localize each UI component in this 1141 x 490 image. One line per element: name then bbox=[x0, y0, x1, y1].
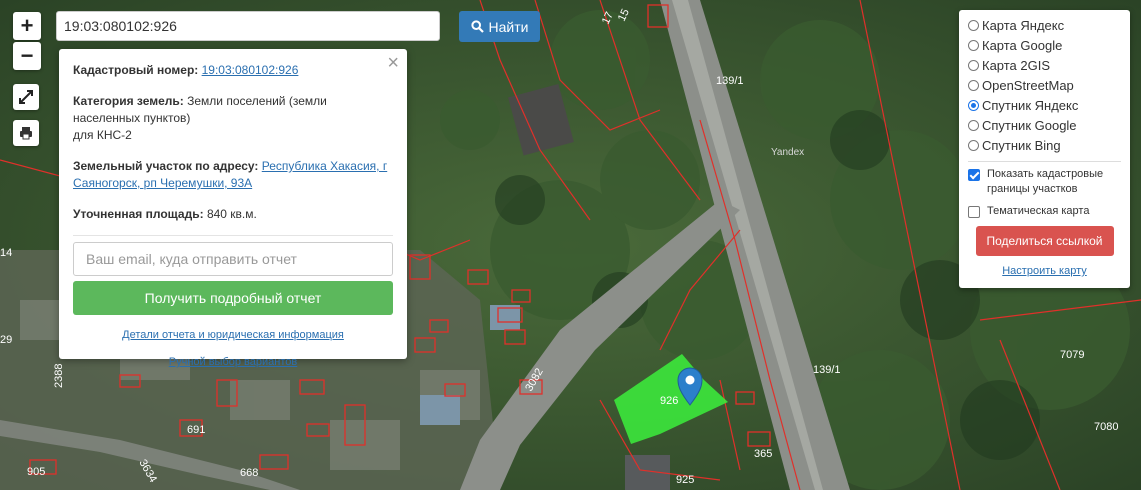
radio-button[interactable] bbox=[968, 19, 979, 31]
setup-map-link[interactable]: Настроить карту bbox=[1002, 265, 1087, 277]
layer-option[interactable]: Карта 2GIS bbox=[968, 55, 1121, 75]
printer-icon bbox=[20, 127, 32, 140]
radio-button[interactable] bbox=[968, 99, 979, 111]
layer-option-label: OpenStreetMap bbox=[982, 77, 1074, 93]
layer-option[interactable]: Карта Google bbox=[968, 35, 1121, 55]
email-field[interactable] bbox=[73, 242, 393, 276]
print-button[interactable] bbox=[13, 120, 39, 146]
details-link[interactable]: Детали отчета и юридическая информация bbox=[122, 329, 344, 341]
layer-option-list: Карта Яндекс Карта Google Карта 2GIS Ope… bbox=[968, 15, 1121, 155]
search-button-label: Найти bbox=[488, 18, 529, 35]
map-watermark: Yandex bbox=[771, 147, 804, 158]
setup-link-row: Настроить карту bbox=[968, 265, 1121, 277]
search-button[interactable]: Найти bbox=[459, 11, 540, 42]
land-category-row: Категория земель: Земли поселений (земли… bbox=[73, 93, 393, 144]
parcel-number-label: 2388 bbox=[53, 364, 65, 388]
divider bbox=[968, 161, 1121, 162]
parcel-number-label: 139/1 bbox=[813, 364, 841, 376]
layer-option[interactable]: Спутник Яндекс bbox=[968, 95, 1121, 115]
parcel-number-label: 14 bbox=[0, 247, 12, 259]
layer-option-label: Спутник Bing bbox=[982, 137, 1061, 153]
radio-button[interactable] bbox=[968, 59, 979, 71]
parcel-number-label: 668 bbox=[240, 467, 258, 479]
layer-option[interactable]: Спутник Google bbox=[968, 115, 1121, 135]
parcel-number-label: 925 bbox=[676, 474, 694, 486]
show-borders-label: Показать кадастровые границы участков bbox=[987, 168, 1104, 195]
layer-option-label: Спутник Google bbox=[982, 117, 1077, 133]
parcel-number-label: 926 bbox=[660, 395, 678, 407]
land-use-value: для КНС-2 bbox=[73, 128, 132, 142]
parcel-number-label: 365 bbox=[754, 448, 772, 460]
area-row: Уточненная площадь: 840 кв.м. bbox=[73, 206, 393, 223]
manual-selection-link[interactable]: Ручной выбор вариантов bbox=[169, 356, 297, 368]
land-category-label: Категория земель: bbox=[73, 94, 184, 108]
parcel-number-label: 905 bbox=[27, 466, 45, 478]
manual-link-row: Ручной выбор вариантов bbox=[73, 356, 393, 368]
search-input[interactable] bbox=[56, 11, 440, 41]
cadastral-number-link[interactable]: 19:03:080102:926 bbox=[202, 63, 299, 77]
zoom-out-button[interactable]: − bbox=[13, 42, 41, 70]
divider bbox=[73, 235, 393, 236]
details-link-row: Детали отчета и юридическая информация bbox=[73, 329, 393, 341]
cadastral-number-label: Кадастровый номер: bbox=[73, 63, 199, 77]
close-icon[interactable]: × bbox=[387, 53, 399, 73]
radio-button[interactable] bbox=[968, 79, 979, 91]
layer-option[interactable]: Спутник Bing bbox=[968, 135, 1121, 155]
thematic-map-checkbox[interactable] bbox=[968, 206, 980, 218]
radio-button[interactable] bbox=[968, 119, 979, 131]
layer-option[interactable]: OpenStreetMap bbox=[968, 75, 1121, 95]
layer-option-label: Карта Яндекс bbox=[982, 17, 1065, 33]
share-link-button[interactable]: Поделиться ссылкой bbox=[975, 226, 1114, 256]
show-borders-checkbox[interactable] bbox=[968, 169, 980, 181]
layers-panel: Карта Яндекс Карта Google Карта 2GIS Ope… bbox=[959, 10, 1130, 288]
search-icon bbox=[470, 20, 484, 33]
thematic-map-label: Тематическая карта bbox=[987, 205, 1090, 217]
parcel-number-label: 29 bbox=[0, 334, 12, 346]
show-borders-toggle[interactable]: Показать кадастровые границы участков bbox=[968, 167, 1121, 197]
parcel-number-label: 139/1 bbox=[716, 75, 744, 87]
layer-option-label: Спутник Яндекс bbox=[982, 97, 1079, 113]
address-row: Земельный участок по адресу: Республика … bbox=[73, 158, 393, 192]
parcel-number-label: 7080 bbox=[1094, 421, 1118, 433]
parcel-number-label: 7079 bbox=[1060, 349, 1084, 361]
get-report-button[interactable]: Получить подробный отчет bbox=[73, 281, 393, 315]
address-label: Земельный участок по адресу: bbox=[73, 159, 259, 173]
expand-icon bbox=[19, 90, 33, 104]
layer-option[interactable]: Карта Яндекс bbox=[968, 15, 1121, 35]
area-label: Уточненная площадь: bbox=[73, 207, 204, 221]
radio-button[interactable] bbox=[968, 39, 979, 51]
cadastral-number-row: Кадастровый номер: 19:03:080102:926 bbox=[73, 62, 393, 79]
area-value: 840 кв.м. bbox=[206, 207, 257, 221]
parcel-number-label: 691 bbox=[187, 424, 205, 436]
radio-button[interactable] bbox=[968, 139, 979, 151]
layer-option-label: Карта 2GIS bbox=[982, 57, 1051, 73]
thematic-map-toggle[interactable]: Тематическая карта bbox=[968, 204, 1121, 219]
layer-option-label: Карта Google bbox=[982, 37, 1063, 53]
fullscreen-button[interactable] bbox=[13, 84, 39, 110]
zoom-in-button[interactable]: + bbox=[13, 12, 41, 40]
parcel-info-popup: × Кадастровый номер: 19:03:080102:926 Ка… bbox=[59, 49, 407, 368]
